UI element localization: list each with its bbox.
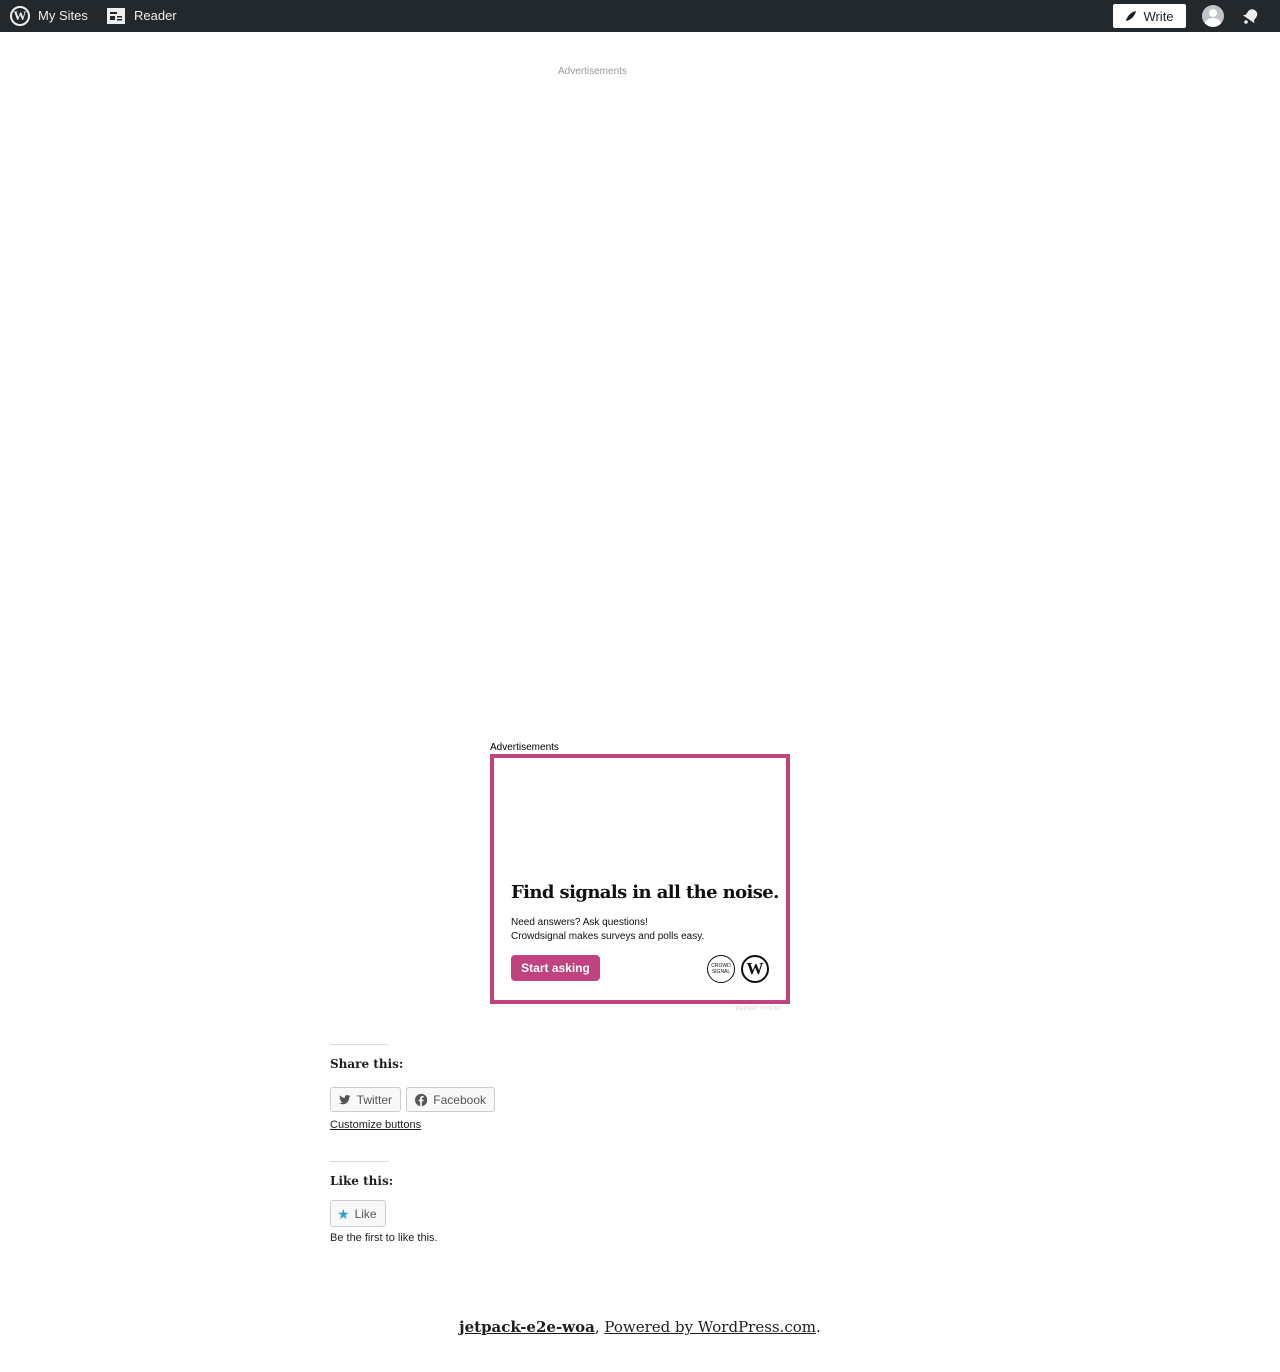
reader-icon [107, 8, 125, 24]
pen-icon [1126, 11, 1137, 21]
ad-body: Need answers? Ask questions! Crowdsignal… [511, 916, 704, 944]
crowdsignal-logo-icon: CROWD SIGNAL [707, 955, 735, 983]
admin-bar: W My Sites Reader Write [0, 0, 1280, 32]
notifications-bell-icon[interactable] [1242, 7, 1260, 25]
advertisements-label-top: Advertisements [558, 66, 627, 77]
facebook-share-button[interactable]: Facebook [406, 1087, 495, 1112]
site-footer: jetpack-e2e-woa, Powered by WordPress.co… [0, 1318, 1280, 1336]
powered-by-link[interactable]: Powered by WordPress.com [604, 1318, 816, 1336]
write-label: Write [1143, 8, 1174, 24]
start-asking-button[interactable]: Start asking [511, 955, 600, 981]
my-sites-label: My Sites [38, 8, 88, 23]
facebook-icon [415, 1093, 428, 1106]
ad-headline: Find signals in all the noise. [511, 882, 779, 903]
twitter-share-button[interactable]: Twitter [330, 1087, 401, 1112]
ad-banner[interactable]: Find signals in all the noise. Need answ… [490, 754, 790, 1004]
avatar[interactable] [1202, 5, 1224, 27]
ad-body-line-1: Need answers? Ask questions! [511, 917, 648, 928]
star-icon: ★ [337, 1205, 350, 1222]
advertisements-label: Advertisements [490, 742, 559, 753]
customize-buttons-link[interactable]: Customize buttons [330, 1119, 421, 1131]
wordpress-logo-icon: W [10, 6, 30, 26]
like-divider [330, 1161, 389, 1162]
twitter-label: Twitter [356, 1092, 392, 1107]
reader-label: Reader [134, 8, 177, 23]
footer-separator: , [594, 1318, 600, 1336]
twitter-icon [339, 1094, 351, 1104]
write-button[interactable]: Write [1113, 4, 1186, 28]
ad-body-line-2: Crowdsignal makes surveys and polls easy… [511, 931, 705, 942]
report-ad-link[interactable]: REPORT THIS AD [736, 1006, 782, 1012]
reader-menu[interactable]: Reader [107, 0, 177, 32]
share-divider [330, 1044, 389, 1045]
like-label: Like [354, 1206, 377, 1221]
my-sites-menu[interactable]: W My Sites [10, 0, 88, 32]
first-to-like-text: Be the first to like this. [330, 1232, 438, 1244]
like-button[interactable]: ★ Like [330, 1200, 386, 1227]
share-title: Share this: [330, 1057, 404, 1071]
site-name-link[interactable]: jetpack-e2e-woa [459, 1318, 595, 1336]
like-title: Like this: [330, 1174, 394, 1188]
wordpress-logo-icon: W [741, 955, 769, 983]
facebook-label: Facebook [433, 1092, 486, 1107]
footer-end: . [816, 1318, 821, 1336]
